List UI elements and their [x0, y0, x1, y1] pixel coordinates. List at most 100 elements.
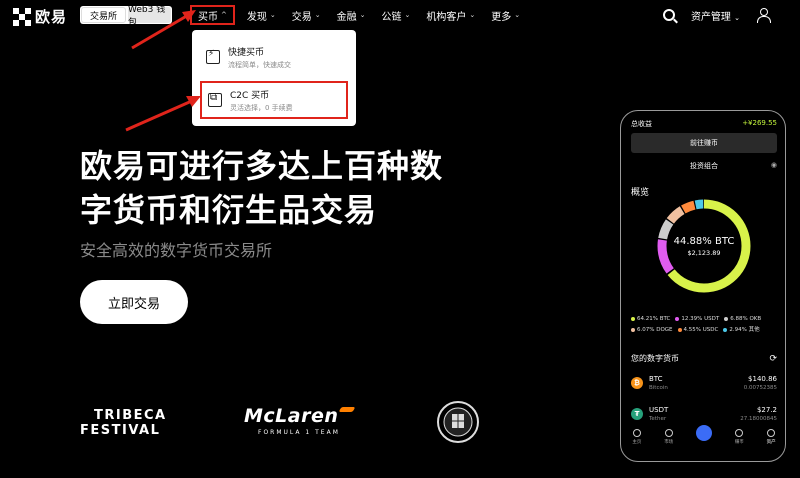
legend-item: 12.39% USDT [675, 314, 719, 325]
tab-assets[interactable]: 资产 [767, 429, 776, 445]
okx-mark-icon [13, 7, 31, 26]
go-earn-button[interactable]: 前往赚币 [631, 133, 777, 153]
lightning-card-icon [206, 49, 220, 64]
nav-label: 买币 [198, 11, 218, 23]
dropdown-item-c2c-buy[interactable]: C2C 买币 灵活选择，0 手续费 [200, 81, 348, 119]
tribeca-festival-logo: TRIBECA FESTIVAL [80, 408, 167, 438]
user-icon[interactable] [756, 8, 771, 23]
legend-item: 64.21% BTC [631, 314, 670, 325]
legend-label: 2.94% 其他 [729, 327, 760, 333]
tab-market[interactable]: 市场 [664, 429, 673, 445]
nav-label: 交易 [291, 11, 312, 23]
asset-row-btc[interactable]: ₿ BTC Bitcoin $140.86 0.00752385 [631, 375, 777, 391]
dropdown-item-subtitle: 流程简单，快速成交 [228, 60, 291, 69]
asset-names: BTC Bitcoin [649, 375, 744, 391]
nav-finance[interactable]: 金融 ⌄ [329, 0, 374, 30]
asset-management-label: 资产管理 [690, 11, 731, 23]
asset-management-menu[interactable]: 资产管理 ⌄ [691, 8, 740, 23]
legend-label: 6.88% OKB [730, 316, 762, 322]
asset-value: $140.86 [748, 375, 777, 383]
nav-public-chain[interactable]: 公链 ⌄ [374, 0, 419, 30]
asset-quantity: 0.00752385 [743, 385, 777, 391]
nav-buy-crypto[interactable]: 买币 ^ [190, 5, 235, 25]
brand-name: 欧易 [35, 8, 68, 26]
trade-exchange-icon [695, 425, 712, 441]
dropdown-item-title: C2C 买币 [230, 90, 270, 101]
chevron-down-icon: ⌄ [514, 11, 521, 19]
asset-symbol: BTC [649, 375, 663, 383]
hero-title: 欧易可进行多达上百种数 字货币和衍生品交易 [80, 144, 500, 232]
asset-fullname: Bitcoin [649, 385, 668, 391]
portfolio-title: 投资组合 [690, 162, 718, 170]
legend-dot-icon [675, 316, 680, 321]
toggle-web3-wallet[interactable]: Web3 钱包 [128, 5, 171, 28]
legend-label: 6.07% DOGE [637, 327, 673, 333]
hero-title-line: 欧易可进行多达上百种数 [80, 147, 444, 185]
tab-earn[interactable]: 赚币 [735, 429, 744, 445]
overview-title: 概览 [631, 188, 650, 198]
legend-label: 64.21% BTC [637, 316, 671, 322]
tribeca-line: TRIBECA [94, 408, 167, 423]
hero-subtitle: 安全高效的数字货币交易所 [80, 241, 273, 260]
asset-names: USDT Tether [649, 406, 740, 422]
donut-center-amount: $2,123.89 [687, 249, 721, 257]
refresh-icon[interactable]: ⟳ [769, 354, 777, 364]
chevron-up-icon: ^ [221, 11, 227, 19]
legend-dot-icon [724, 316, 729, 321]
legend-label: 12.39% USDT [681, 316, 720, 322]
asset-values: $140.86 0.00752385 [744, 375, 777, 391]
chevron-down-icon: ⌄ [734, 13, 740, 22]
tab-home[interactable]: 主页 [632, 429, 641, 445]
total-earnings-row: 总收益 +¥269.55 [631, 119, 777, 129]
nav-label: 公链 [381, 11, 402, 23]
legend-row: 64.21% BTC 12.39% USDT 6.88% OKB [631, 314, 781, 325]
asset-row-usdt[interactable]: ₮ USDT Tether $27.2 27.18000845 [631, 406, 777, 422]
dropdown-item-text: 快捷买币 流程简单，快速成交 [228, 45, 291, 70]
people-exchange-icon [208, 92, 222, 107]
tether-icon: ₮ [631, 408, 643, 420]
legend-item: 4.55% USDC [677, 325, 719, 336]
holdings-title: 您的数字货币 [631, 354, 679, 363]
phone-tab-bar: 主页 市场 赚币 资产 [621, 425, 785, 457]
total-earnings-label: 总收益 [631, 120, 652, 128]
okx-logo[interactable]: 欧易 [13, 6, 67, 27]
donut-center: 44.88% BTC $2,123.89 [654, 236, 754, 257]
tab-trade[interactable] [695, 425, 712, 441]
legend-label: 4.55% USDC [683, 327, 719, 333]
asset-value: $27.2 [756, 406, 777, 414]
legend-dot-icon [723, 327, 728, 332]
exchange-wallet-toggle[interactable]: 交易所 Web3 钱包 [80, 5, 172, 28]
eye-icon[interactable]: ◉ [771, 161, 777, 169]
chevron-down-icon: ⌄ [469, 11, 476, 19]
toggle-exchange[interactable]: 交易所 [81, 7, 126, 23]
holdings-header: 您的数字货币 ⟳ [631, 353, 777, 364]
market-icon [664, 429, 673, 437]
legend-dot-icon [677, 327, 682, 332]
home-icon [632, 429, 641, 437]
nav-trade[interactable]: 交易 ⌄ [284, 0, 329, 30]
allocation-legend: 64.21% BTC 12.39% USDT 6.88% OKB 6.07% D… [631, 314, 781, 336]
nav-discover[interactable]: 发现 ⌄ [239, 0, 284, 30]
donut-center-percent: 44.88% BTC [673, 236, 735, 247]
dropdown-item-subtitle: 灵活选择，0 手续费 [230, 103, 293, 112]
dropdown-item-quick-buy[interactable]: 快捷买币 流程简单，快速成交 [200, 38, 348, 76]
buy-crypto-dropdown: 快捷买币 流程简单，快速成交 C2C 买币 灵活选择，0 手续费 [192, 30, 356, 126]
asset-values: $27.2 27.18000845 [740, 406, 777, 422]
mclaren-subtitle: FORMULA 1 TEAM [258, 429, 340, 436]
nav-more[interactable]: 更多 ⌄ [483, 0, 528, 30]
nav-label: 更多 [491, 11, 512, 23]
tab-label: 主页 [632, 440, 642, 445]
chevron-down-icon: ⌄ [269, 11, 276, 19]
manchester-city-badge-icon [437, 401, 479, 443]
earn-icon [735, 429, 744, 437]
mclaren-name: McLaren [244, 405, 339, 427]
chevron-down-icon: ⌄ [359, 11, 366, 19]
trade-now-button[interactable]: 立即交易 [80, 280, 188, 324]
search-icon[interactable] [662, 9, 675, 21]
main-nav: 买币 ^ 发现 ⌄ 交易 ⌄ 金融 ⌄ 公链 ⌄ 机构客户 ⌄ 更多 ⌄ [190, 0, 528, 30]
dropdown-item-text: C2C 买币 灵活选择，0 手续费 [230, 88, 293, 113]
asset-quantity: 27.18000845 [740, 416, 777, 422]
asset-fullname: Tether [649, 416, 667, 422]
right-tools: 资产管理 ⌄ [662, 0, 771, 30]
nav-institutional[interactable]: 机构客户 ⌄ [418, 0, 483, 30]
